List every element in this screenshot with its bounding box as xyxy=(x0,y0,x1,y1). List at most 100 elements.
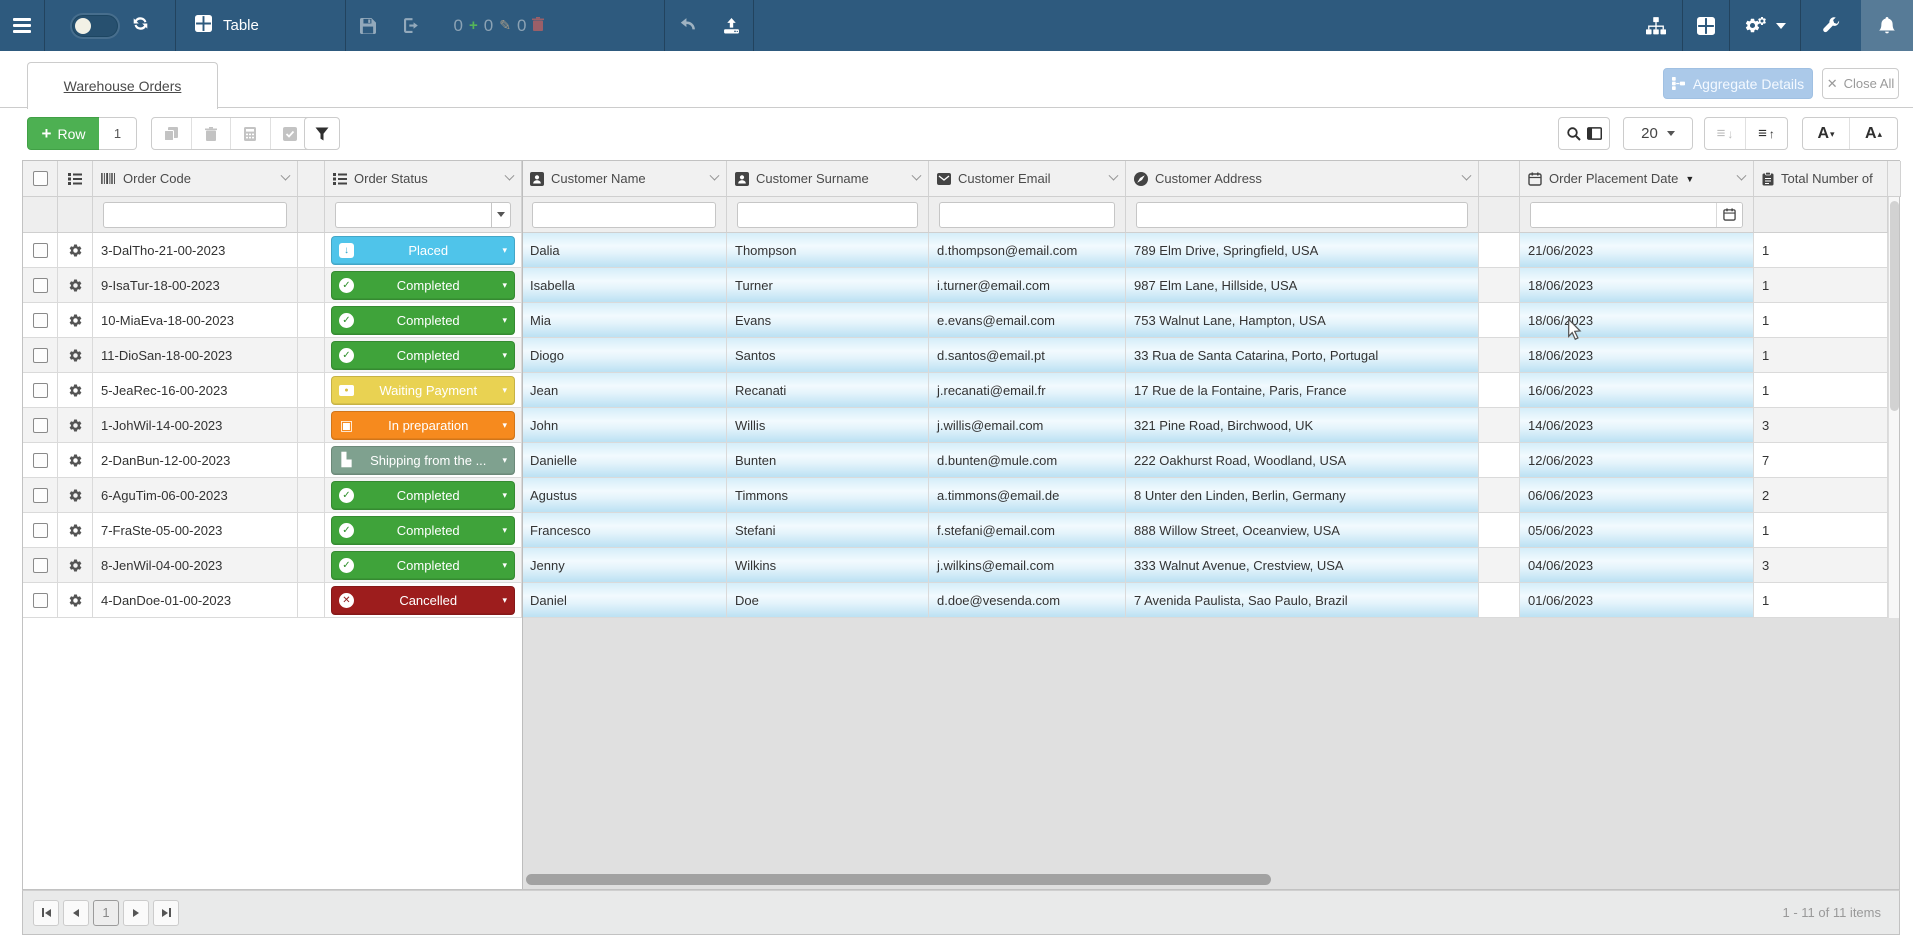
cell-customer-surname[interactable]: Stefani xyxy=(727,513,929,548)
filter-customer-email-input[interactable] xyxy=(939,202,1115,228)
filter-customer-surname-input[interactable] xyxy=(737,202,918,228)
cell-total-number[interactable]: 7 xyxy=(1754,443,1888,478)
cell-order-placement-date[interactable]: 18/06/2023 xyxy=(1520,338,1754,373)
cell-customer-email[interactable]: d.doe@vesenda.com xyxy=(929,583,1126,618)
cell-order-code[interactable]: 2-DanBun-12-00-2023 xyxy=(93,443,298,478)
cell-customer-name[interactable]: Francesco xyxy=(522,513,727,548)
row-select-checkbox[interactable] xyxy=(23,443,58,478)
row-settings-button[interactable] xyxy=(58,548,93,583)
status-dropdown-button[interactable]: Completed▾ xyxy=(331,481,515,510)
cell-customer-email[interactable]: j.recanati@email.fr xyxy=(929,373,1126,408)
column-header-customer-name[interactable]: Customer Name xyxy=(522,161,727,197)
font-decrease-button[interactable]: A▾ xyxy=(1803,118,1850,149)
filter-date-input[interactable] xyxy=(1531,203,1716,228)
filter-order-status-input[interactable] xyxy=(335,202,491,228)
row-settings-button[interactable] xyxy=(58,268,93,303)
status-dropdown-button[interactable]: Completed▾ xyxy=(331,551,515,580)
cell-customer-email[interactable]: i.turner@email.com xyxy=(929,268,1126,303)
search-columns-button[interactable] xyxy=(1558,117,1610,150)
row-settings-button[interactable] xyxy=(58,338,93,373)
menu-icon[interactable] xyxy=(0,0,44,51)
font-increase-button[interactable]: A▴ xyxy=(1850,118,1897,149)
status-dropdown-button[interactable]: Completed▾ xyxy=(331,516,515,545)
cell-order-placement-date[interactable]: 18/06/2023 xyxy=(1520,268,1754,303)
current-page-button[interactable]: 1 xyxy=(93,900,119,926)
cell-customer-surname[interactable]: Timmons xyxy=(727,478,929,513)
row-select-checkbox[interactable] xyxy=(23,338,58,373)
column-header-order-code[interactable]: Order Code xyxy=(93,161,298,197)
cell-total-number[interactable]: 1 xyxy=(1754,268,1888,303)
cell-customer-name[interactable]: Agustus xyxy=(522,478,727,513)
cell-order-placement-date[interactable]: 05/06/2023 xyxy=(1520,513,1754,548)
cell-total-number[interactable]: 3 xyxy=(1754,408,1888,443)
cell-customer-address[interactable]: 789 Elm Drive, Springfield, USA xyxy=(1126,233,1479,268)
cell-customer-surname[interactable]: Wilkins xyxy=(727,548,929,583)
cell-order-placement-date[interactable]: 21/06/2023 xyxy=(1520,233,1754,268)
status-dropdown-button[interactable]: In preparation▾ xyxy=(331,411,515,440)
status-dropdown-button[interactable]: Shipping from the ...▾ xyxy=(331,446,515,475)
row-select-checkbox[interactable] xyxy=(23,478,58,513)
cell-customer-address[interactable]: 888 Willow Street, Oceanview, USA xyxy=(1126,513,1479,548)
grid-icon[interactable] xyxy=(1683,0,1729,51)
cell-order-code[interactable]: 8-JenWil-04-00-2023 xyxy=(93,548,298,583)
sign-out-icon[interactable] xyxy=(390,0,434,51)
cell-order-code[interactable]: 6-AguTim-06-00-2023 xyxy=(93,478,298,513)
row-select-checkbox[interactable] xyxy=(23,583,58,618)
save-icon[interactable] xyxy=(346,0,390,51)
sort-ascending-button[interactable]: ≡↑ xyxy=(1746,118,1787,149)
toggle-switch[interactable] xyxy=(72,15,118,37)
cell-total-number[interactable]: 2 xyxy=(1754,478,1888,513)
horizontal-scrollbar-thumb[interactable] xyxy=(526,874,1271,885)
row-select-checkbox[interactable] xyxy=(23,233,58,268)
last-page-button[interactable] xyxy=(153,900,179,926)
upload-icon[interactable] xyxy=(709,0,753,51)
cell-customer-name[interactable]: John xyxy=(522,408,727,443)
next-page-button[interactable] xyxy=(123,900,149,926)
cell-customer-address[interactable]: 987 Elm Lane, Hillside, USA xyxy=(1126,268,1479,303)
column-header-customer-address[interactable]: Customer Address xyxy=(1126,161,1479,197)
cell-order-code[interactable]: 9-IsaTur-18-00-2023 xyxy=(93,268,298,303)
cell-total-number[interactable]: 1 xyxy=(1754,513,1888,548)
vertical-scrollbar[interactable] xyxy=(1888,197,1899,618)
row-settings-button[interactable] xyxy=(58,478,93,513)
filter-customer-name-input[interactable] xyxy=(532,202,716,228)
cell-customer-surname[interactable]: Doe xyxy=(727,583,929,618)
cell-customer-name[interactable]: Isabella xyxy=(522,268,727,303)
cell-order-code[interactable]: 10-MiaEva-18-00-2023 xyxy=(93,303,298,338)
cell-order-placement-date[interactable]: 06/06/2023 xyxy=(1520,478,1754,513)
column-header-customer-email[interactable]: Customer Email xyxy=(929,161,1126,197)
cell-customer-name[interactable]: Mia xyxy=(522,303,727,338)
cell-customer-surname[interactable]: Thompson xyxy=(727,233,929,268)
chevron-down-icon[interactable] xyxy=(1737,171,1747,181)
cell-customer-email[interactable]: d.santos@email.pt xyxy=(929,338,1126,373)
row-settings-button[interactable] xyxy=(58,583,93,618)
cell-order-code[interactable]: 3-DalTho-21-00-2023 xyxy=(93,233,298,268)
filter-order-code-input[interactable] xyxy=(103,202,287,228)
cell-customer-email[interactable]: e.evans@email.com xyxy=(929,303,1126,338)
cell-order-code[interactable]: 4-DanDoe-01-00-2023 xyxy=(93,583,298,618)
row-select-checkbox[interactable] xyxy=(23,303,58,338)
sitemap-icon[interactable] xyxy=(1630,0,1682,51)
cell-customer-surname[interactable]: Recanati xyxy=(727,373,929,408)
row-select-checkbox[interactable] xyxy=(23,268,58,303)
status-dropdown-button[interactable]: Cancelled▾ xyxy=(331,586,515,615)
row-settings-button[interactable] xyxy=(58,373,93,408)
undo-icon[interactable] xyxy=(665,0,709,51)
row-settings-button[interactable] xyxy=(58,513,93,548)
row-select-checkbox[interactable] xyxy=(23,548,58,583)
cell-customer-address[interactable]: 222 Oakhurst Road, Woodland, USA xyxy=(1126,443,1479,478)
chevron-down-icon[interactable] xyxy=(505,171,515,181)
close-all-button[interactable]: ✕ Close All xyxy=(1822,68,1899,99)
cell-total-number[interactable]: 3 xyxy=(1754,548,1888,583)
wrench-icon[interactable] xyxy=(1801,0,1861,51)
row-select-checkbox[interactable] xyxy=(23,373,58,408)
status-dropdown-button[interactable]: Completed▾ xyxy=(331,306,515,335)
refresh-icon[interactable] xyxy=(132,15,149,37)
chevron-down-icon[interactable] xyxy=(912,171,922,181)
cell-customer-address[interactable]: 8 Unter den Linden, Berlin, Germany xyxy=(1126,478,1479,513)
row-select-checkbox[interactable] xyxy=(23,408,58,443)
chevron-down-icon[interactable] xyxy=(281,171,291,181)
cell-customer-name[interactable]: Dalia xyxy=(522,233,727,268)
first-page-button[interactable] xyxy=(33,900,59,926)
cell-total-number[interactable]: 1 xyxy=(1754,373,1888,408)
